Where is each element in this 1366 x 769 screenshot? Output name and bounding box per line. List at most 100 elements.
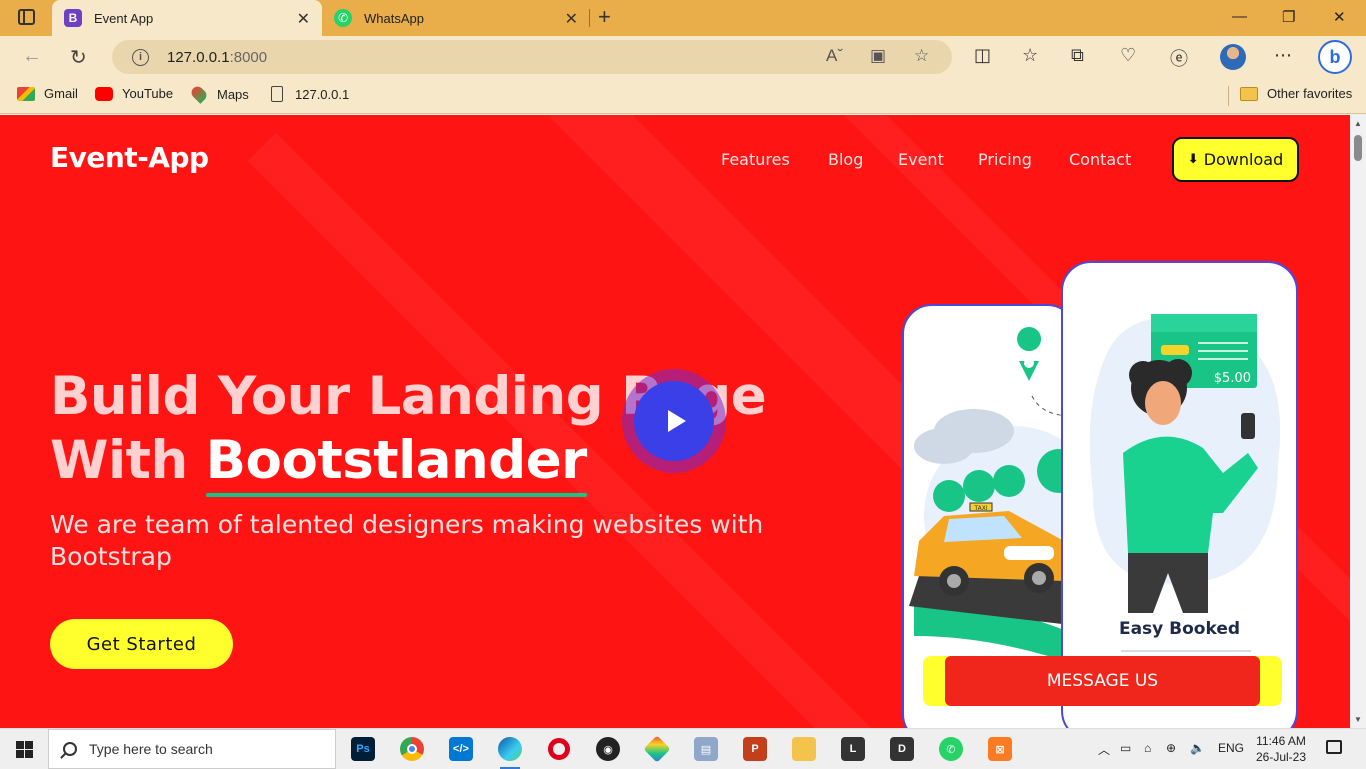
tab-event-app[interactable]: B Event App ✕ bbox=[52, 0, 322, 36]
address-bar[interactable]: i 127.0.0.1:8000 Aˇ ▣ ☆ bbox=[112, 40, 952, 74]
hero-title-highlight: Bootstlander bbox=[205, 430, 587, 497]
menu-contact[interactable]: Contact bbox=[1069, 150, 1131, 169]
menu-event[interactable]: Event bbox=[898, 150, 944, 169]
url-host: 127.0.0.1 bbox=[167, 48, 230, 66]
whatsapp-taskbar-icon[interactable]: ✆ bbox=[939, 737, 963, 761]
url-port: :8000 bbox=[229, 48, 268, 66]
favorite-star-icon[interactable]: ☆ bbox=[914, 46, 929, 66]
price-label: $5.00 bbox=[1214, 371, 1251, 386]
collections-icon[interactable]: ⧉ bbox=[1071, 45, 1084, 66]
folder-icon bbox=[1240, 86, 1258, 101]
scroll-up-icon[interactable]: ▲ bbox=[1354, 119, 1362, 128]
download-button[interactable]: ⬇ Download bbox=[1172, 137, 1299, 182]
url-text[interactable]: 127.0.0.1:8000 bbox=[167, 49, 267, 66]
search-icon bbox=[63, 742, 77, 756]
bookmark-label: Gmail bbox=[44, 86, 78, 101]
browser-essentials-icon[interactable]: ♡ bbox=[1120, 45, 1136, 66]
obs-icon[interactable]: ◉ bbox=[596, 737, 620, 761]
new-tab-icon[interactable]: + bbox=[598, 4, 611, 30]
menu-pricing[interactable]: Pricing bbox=[978, 150, 1032, 169]
bookmark-label: Maps bbox=[217, 86, 249, 102]
bing-chat-icon[interactable]: b bbox=[1318, 40, 1352, 74]
git-icon[interactable] bbox=[643, 735, 671, 763]
close-tab-icon[interactable]: ✕ bbox=[297, 9, 310, 29]
chrome-icon[interactable] bbox=[400, 737, 424, 761]
taskbar-clock[interactable]: 11:46 AM 26-Jul-23 bbox=[1256, 733, 1306, 765]
photoshop-icon[interactable]: Ps bbox=[351, 737, 375, 761]
other-favorites[interactable]: Other favorites bbox=[1240, 86, 1352, 101]
bootstrap-icon: B bbox=[64, 9, 82, 27]
bookmark-localhost[interactable]: 127.0.0.1 bbox=[271, 86, 349, 102]
landing-page: Event-App Features Blog Event Pricing Co… bbox=[0, 115, 1350, 728]
maps-icon bbox=[189, 84, 209, 104]
volume-icon[interactable]: 🔈 bbox=[1190, 741, 1205, 755]
powerpoint-icon[interactable]: P bbox=[743, 737, 767, 761]
download-icon: ⬇ bbox=[1187, 152, 1199, 167]
message-us-button[interactable]: MESSAGE US bbox=[945, 656, 1260, 706]
profile-avatar[interactable] bbox=[1220, 44, 1246, 70]
youtube-icon bbox=[95, 86, 113, 101]
tab-title: WhatsApp bbox=[364, 10, 424, 26]
windows-taskbar: Type here to search Ps </> ◉ ▤ P L D ✆ ⊠… bbox=[0, 728, 1366, 769]
file-explorer-icon[interactable] bbox=[792, 737, 816, 761]
edge-bar-icon[interactable]: ⓔ bbox=[1170, 45, 1188, 71]
menu-features[interactable]: Features bbox=[721, 150, 790, 169]
vscode-icon[interactable]: </> bbox=[449, 737, 473, 761]
bookmarks-bar: Gmail YouTube Maps 127.0.0.1 Other favor… bbox=[0, 78, 1366, 114]
network-icon[interactable]: ⊕ bbox=[1166, 741, 1176, 755]
app-l-icon[interactable]: L bbox=[841, 737, 865, 761]
meet-now-icon[interactable]: ⌂ bbox=[1144, 741, 1151, 755]
network-app-icon[interactable]: ▤ bbox=[694, 737, 718, 761]
taxi-sign: TAXI bbox=[973, 505, 987, 512]
download-label: Download bbox=[1203, 150, 1284, 169]
immersive-reader-icon[interactable]: ▣ bbox=[870, 46, 886, 66]
bookmark-maps[interactable]: Maps bbox=[189, 84, 249, 104]
favorites-icon[interactable]: ☆ bbox=[1022, 45, 1038, 66]
hero-title-prefix: With bbox=[50, 430, 206, 491]
show-hidden-icons[interactable]: ︿ bbox=[1098, 741, 1110, 758]
bookmark-gmail[interactable]: Gmail bbox=[17, 86, 78, 101]
whatsapp-icon: ✆ bbox=[334, 9, 352, 27]
site-info-icon[interactable]: i bbox=[132, 48, 149, 66]
tab-bar: B Event App ✕ ✆ WhatsApp ✕ + — ❐ ✕ bbox=[0, 0, 1366, 36]
restore-icon[interactable]: ❐ bbox=[1282, 8, 1295, 26]
refresh-icon[interactable]: ↻ bbox=[70, 45, 87, 70]
edge-icon[interactable] bbox=[498, 737, 522, 769]
site-brand[interactable]: Event-App bbox=[50, 141, 209, 174]
close-window-icon[interactable]: ✕ bbox=[1333, 8, 1346, 26]
notifications-icon[interactable] bbox=[1326, 740, 1342, 754]
more-menu-icon[interactable]: ⋯ bbox=[1274, 45, 1292, 66]
hero-subtitle: We are team of talented designers making… bbox=[50, 510, 764, 571]
gmail-icon bbox=[17, 86, 35, 101]
get-started-button[interactable]: Get Started bbox=[50, 619, 233, 669]
bookmark-youtube[interactable]: YouTube bbox=[95, 86, 173, 101]
bookmark-label: 127.0.0.1 bbox=[295, 86, 350, 102]
tab-title: Event App bbox=[94, 10, 154, 26]
tab-separator bbox=[589, 9, 590, 27]
opera-icon[interactable] bbox=[547, 737, 571, 761]
page-scrollbar[interactable]: ▲ ▼ bbox=[1350, 115, 1366, 728]
play-icon bbox=[667, 410, 686, 432]
xampp-icon[interactable]: ⊠ bbox=[988, 737, 1012, 761]
browser-toolbar: ← ↻ i 127.0.0.1:8000 Aˇ ▣ ☆ ◫ ☆ ⧉ ♡ ⓔ ⋯ … bbox=[0, 36, 1366, 78]
play-video-button[interactable] bbox=[634, 381, 714, 461]
tab-actions-icon[interactable] bbox=[18, 9, 35, 25]
minimize-icon[interactable]: — bbox=[1232, 8, 1247, 25]
language-indicator[interactable]: ENG bbox=[1218, 741, 1244, 755]
taskbar-search[interactable]: Type here to search bbox=[48, 729, 336, 769]
clock-time: 11:46 AM bbox=[1256, 734, 1306, 748]
scrollbar-thumb[interactable] bbox=[1354, 135, 1362, 161]
split-screen-icon[interactable]: ◫ bbox=[974, 45, 991, 66]
scroll-down-icon[interactable]: ▼ bbox=[1354, 715, 1362, 724]
close-tab-icon[interactable]: ✕ bbox=[565, 9, 578, 29]
tab-whatsapp[interactable]: ✆ WhatsApp ✕ bbox=[322, 0, 590, 36]
windows-start-icon[interactable] bbox=[16, 741, 33, 758]
back-icon[interactable]: ← bbox=[22, 45, 42, 68]
app-d-icon[interactable]: D bbox=[890, 737, 914, 761]
other-favorites-label: Other favorites bbox=[1267, 86, 1353, 101]
menu-blog[interactable]: Blog bbox=[828, 150, 863, 169]
easy-booked-caption: Easy Booked bbox=[1118, 619, 1241, 639]
battery-icon[interactable]: ▭ bbox=[1120, 741, 1131, 755]
clock-date: 26-Jul-23 bbox=[1256, 750, 1307, 764]
read-aloud-icon[interactable]: Aˇ bbox=[826, 46, 843, 66]
